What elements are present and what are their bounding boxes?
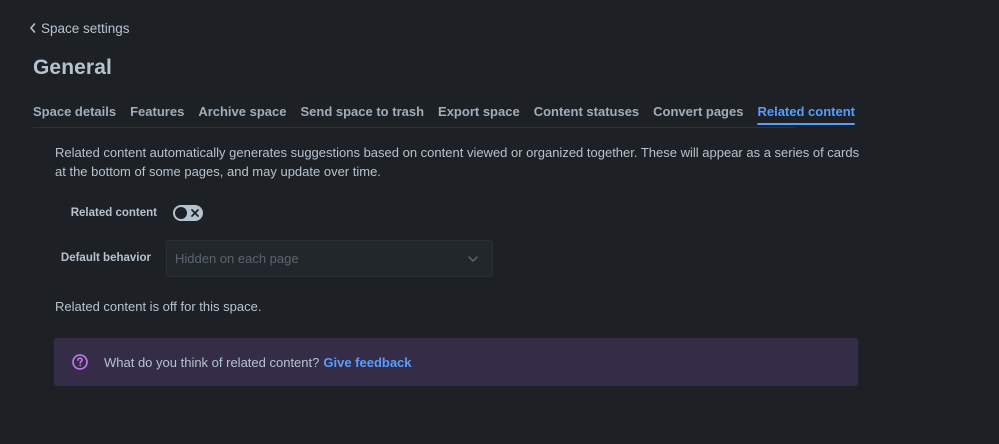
tab-content-statuses[interactable]: Content statuses — [534, 104, 639, 124]
tab-archive-space[interactable]: Archive space — [198, 104, 286, 124]
tab-features[interactable]: Features — [130, 104, 184, 124]
chevron-left-icon — [30, 23, 36, 33]
default-behavior-select[interactable]: Hidden on each page — [166, 240, 493, 277]
give-feedback-link[interactable]: Give feedback — [323, 355, 411, 370]
default-behavior-label: Default behavior — [60, 252, 151, 264]
feedback-banner: What do you think of related content? Gi… — [54, 338, 858, 386]
close-icon — [191, 209, 199, 217]
default-behavior-value: Hidden on each page — [175, 251, 299, 266]
related-content-description: Related content automatically generates … — [55, 145, 860, 179]
related-content-status: Related content is off for this space. — [55, 299, 262, 314]
question-circle-icon — [72, 354, 88, 370]
settings-tabs: Space details Features Archive space Sen… — [33, 104, 869, 128]
toggle-knob — [175, 207, 187, 219]
feedback-question: What do you think of related content? — [104, 354, 320, 370]
back-link-label: Space settings — [41, 20, 130, 36]
tab-convert-pages[interactable]: Convert pages — [653, 104, 743, 124]
tab-export-space[interactable]: Export space — [438, 104, 520, 124]
tab-send-space-to-trash[interactable]: Send space to trash — [300, 104, 424, 124]
related-content-toggle[interactable] — [173, 205, 203, 221]
related-content-toggle-label: Related content — [70, 207, 157, 219]
tabs-divider — [33, 127, 795, 128]
chevron-down-icon — [468, 255, 478, 262]
page-title: General — [33, 56, 112, 79]
tab-space-details[interactable]: Space details — [33, 104, 116, 124]
back-to-space-settings-link[interactable]: Space settings — [28, 19, 130, 37]
tab-related-content[interactable]: Related content — [757, 104, 855, 125]
